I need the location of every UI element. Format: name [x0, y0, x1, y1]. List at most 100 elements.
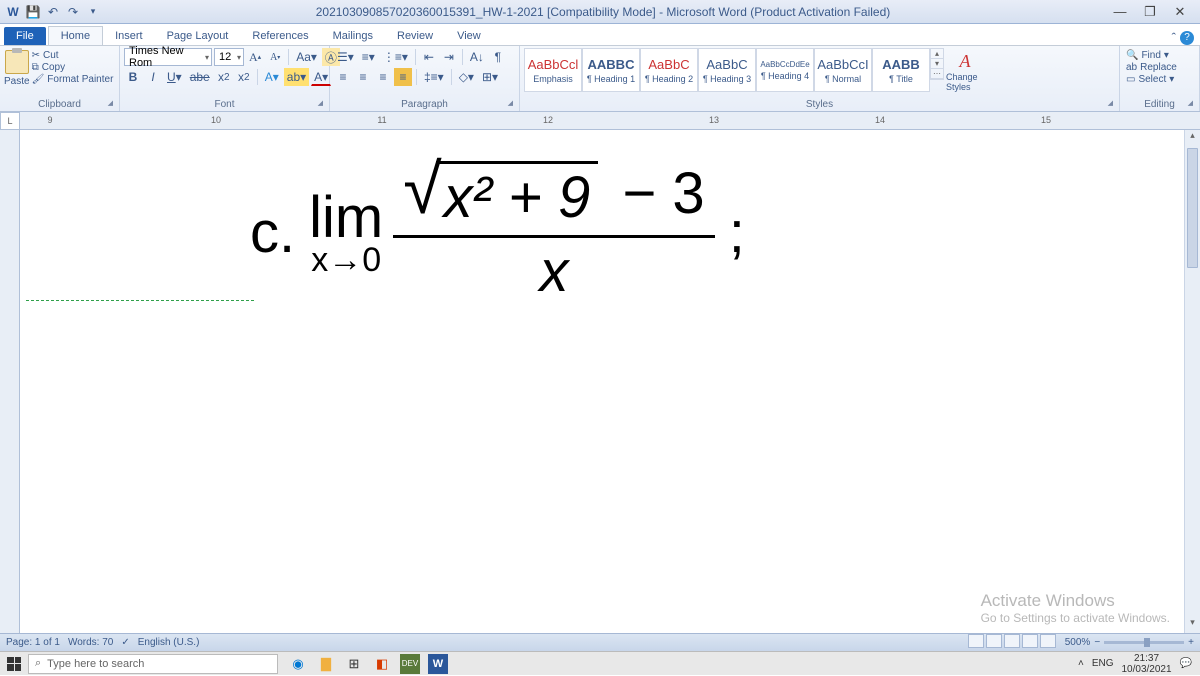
scroll-down-arrow[interactable]: ▾: [1185, 617, 1200, 633]
tray-clock[interactable]: 21:37 10/03/2021: [1121, 653, 1171, 675]
minimize-icon[interactable]: —: [1108, 4, 1132, 20]
status-language[interactable]: English (U.S.): [138, 637, 200, 648]
close-icon[interactable]: ✕: [1168, 4, 1192, 20]
search-icon: ⌕: [35, 657, 41, 670]
save-icon[interactable]: 💾: [24, 3, 42, 21]
superscript-button[interactable]: x2: [235, 68, 253, 86]
borders-icon[interactable]: ⊞▾: [479, 68, 501, 86]
format-painter-button[interactable]: 🖌Format Painter: [32, 74, 114, 85]
style---title[interactable]: AABB¶ Title: [872, 48, 930, 92]
text-effects-icon[interactable]: A▾: [262, 68, 282, 86]
justify-icon[interactable]: ≡: [394, 68, 412, 86]
styles-more-icon[interactable]: ⋯: [931, 69, 943, 79]
subscript-button[interactable]: x2: [215, 68, 233, 86]
select-button[interactable]: ▭Select ▾: [1126, 74, 1177, 85]
explorer-icon[interactable]: ▇: [316, 654, 336, 674]
ribbon-minimize-icon[interactable]: ˆ: [1172, 30, 1176, 45]
status-page[interactable]: Page: 1 of 1: [6, 637, 60, 648]
copy-button[interactable]: ⧉Copy: [32, 62, 114, 73]
cut-button[interactable]: ✂Cut: [32, 50, 114, 61]
tab-references[interactable]: References: [240, 27, 320, 45]
help-icon[interactable]: ?: [1180, 31, 1194, 45]
zoom-level[interactable]: 500%: [1065, 637, 1091, 648]
grow-font-icon[interactable]: A▴: [246, 48, 264, 66]
scroll-up-arrow[interactable]: ▴: [1185, 130, 1200, 146]
multilevel-icon[interactable]: ⋮≡▾: [380, 48, 411, 66]
grammar-underline: [26, 300, 256, 301]
ruler-vertical[interactable]: [0, 130, 20, 633]
status-words[interactable]: Words: 70: [68, 637, 113, 648]
align-center-icon[interactable]: ≡: [354, 68, 372, 86]
indent-inc-icon[interactable]: ⇥: [440, 48, 458, 66]
replace-button[interactable]: abReplace: [1126, 62, 1177, 73]
tab-mailings[interactable]: Mailings: [321, 27, 385, 45]
tray-chevron-icon[interactable]: ˄: [1078, 658, 1084, 669]
vertical-scrollbar[interactable]: ▴ ▾: [1184, 130, 1200, 633]
bullets-icon[interactable]: ☰▾: [334, 48, 357, 66]
scroll-thumb-v[interactable]: [1187, 148, 1198, 268]
qat-more-icon[interactable]: ▾: [84, 3, 102, 21]
tab-home[interactable]: Home: [48, 26, 103, 45]
tab-page-layout[interactable]: Page Layout: [155, 27, 241, 45]
underline-button[interactable]: U▾: [164, 68, 185, 86]
zoom-out-icon[interactable]: −: [1094, 637, 1100, 648]
store-icon[interactable]: ⊞: [344, 654, 364, 674]
undo-icon[interactable]: ↶: [44, 3, 62, 21]
tray-lang[interactable]: ENG: [1092, 658, 1114, 669]
tab-review[interactable]: Review: [385, 27, 445, 45]
word-taskbar-icon[interactable]: W: [428, 654, 448, 674]
tab-selector[interactable]: L: [0, 112, 20, 130]
office-icon[interactable]: ◧: [372, 654, 392, 674]
edge-icon[interactable]: ◉: [288, 654, 308, 674]
redo-icon[interactable]: ↷: [64, 3, 82, 21]
style---normal[interactable]: AaBbCcI¶ Normal: [814, 48, 872, 92]
tab-view[interactable]: View: [445, 27, 493, 45]
proofing-icon[interactable]: ✓: [121, 637, 129, 648]
dev-icon[interactable]: DEV: [400, 654, 420, 674]
align-left-icon[interactable]: ≡: [334, 68, 352, 86]
sort-icon[interactable]: A↓: [467, 48, 487, 66]
scroll-up-icon[interactable]: ▴: [931, 49, 943, 59]
strike-button[interactable]: abe: [187, 68, 213, 86]
highlight-icon[interactable]: ab▾: [284, 68, 309, 86]
indent-dec-icon[interactable]: ⇤: [420, 48, 438, 66]
style---heading-1[interactable]: AABBC¶ Heading 1: [582, 48, 640, 92]
find-button[interactable]: 🔍Find ▾: [1126, 50, 1177, 61]
styles-scroll[interactable]: ▴ ▾ ⋯: [930, 48, 944, 80]
italic-button[interactable]: I: [144, 68, 162, 86]
replace-icon: ab: [1126, 62, 1137, 73]
font-color-icon[interactable]: A▾: [311, 68, 331, 86]
notifications-icon[interactable]: 💬: [1180, 658, 1192, 669]
change-styles-button[interactable]: A Change Styles: [944, 48, 986, 94]
tab-insert[interactable]: Insert: [103, 27, 155, 45]
line-spacing-icon[interactable]: ‡≡▾: [421, 68, 447, 86]
taskbar-search[interactable]: ⌕ Type here to search: [28, 654, 278, 674]
style-emphasis[interactable]: AaBbCclEmphasis: [524, 48, 582, 92]
tab-file[interactable]: File: [4, 27, 46, 45]
align-right-icon[interactable]: ≡: [374, 68, 392, 86]
zoom-in-icon[interactable]: +: [1188, 637, 1194, 648]
view-buttons[interactable]: [967, 634, 1057, 651]
change-case-icon[interactable]: Aa▾: [293, 48, 320, 66]
style---heading-2[interactable]: AaBbC¶ Heading 2: [640, 48, 698, 92]
restore-icon[interactable]: ❐: [1138, 4, 1162, 20]
start-button[interactable]: [0, 652, 28, 676]
ruler-horizontal[interactable]: L 9101112131415: [0, 112, 1200, 130]
status-bar: Page: 1 of 1 Words: 70 ✓ English (U.S.) …: [0, 633, 1200, 651]
taskbar: ⌕ Type here to search ◉ ▇ ⊞ ◧ DEV W ˄ EN…: [0, 651, 1200, 675]
numbering-icon[interactable]: ≡▾: [359, 48, 378, 66]
font-name-combo[interactable]: Times New Rom: [124, 48, 212, 66]
zoom-slider[interactable]: [1104, 641, 1184, 644]
document-page[interactable]: c. lim x→0 √ x² + 9 − 3 x ; Activate W: [20, 130, 1200, 633]
activate-watermark: Activate Windows Go to Settings to activ…: [981, 591, 1170, 625]
paste-button[interactable]: Paste: [4, 48, 30, 87]
shrink-font-icon[interactable]: A▾: [266, 48, 284, 66]
scroll-down-icon[interactable]: ▾: [931, 59, 943, 69]
font-size-combo[interactable]: 12: [214, 48, 244, 66]
pilcrow-icon[interactable]: ¶: [489, 48, 507, 66]
word-app-icon: W: [4, 3, 22, 21]
shading-icon[interactable]: ◇▾: [456, 68, 477, 86]
bold-button[interactable]: B: [124, 68, 142, 86]
style---heading-3[interactable]: AaBbC¶ Heading 3: [698, 48, 756, 92]
style---heading-4[interactable]: AaBbCcDdEe¶ Heading 4: [756, 48, 814, 92]
